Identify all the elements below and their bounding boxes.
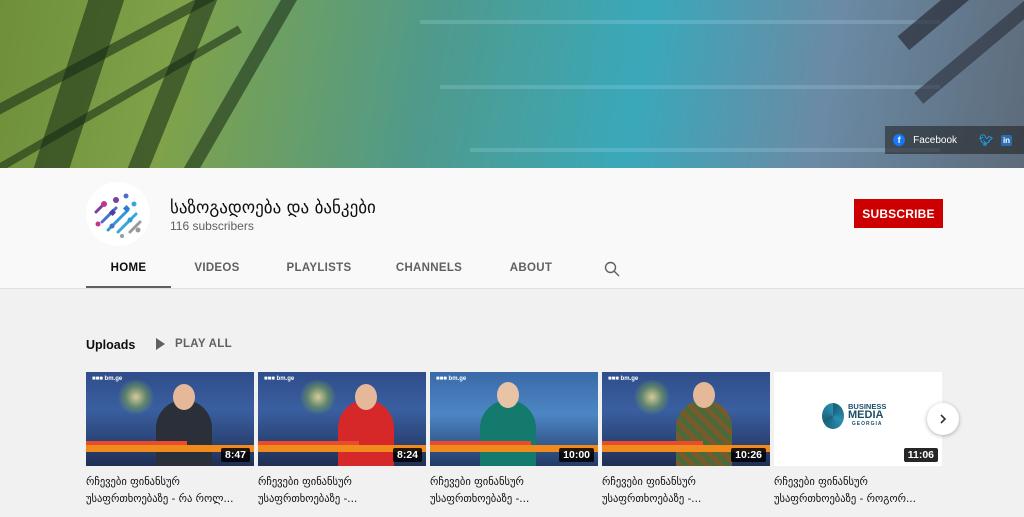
subscribe-button[interactable]: SUBSCRIBE <box>854 199 943 228</box>
channel-avatar[interactable] <box>86 182 150 246</box>
channel-banner: f Facebook 🐦︎ in <box>0 0 1024 168</box>
play-all-button[interactable]: PLAY ALL <box>156 338 232 350</box>
tv-logo-icon: ■■■ bm.ge <box>436 376 467 382</box>
video-duration: 10:26 <box>731 448 766 462</box>
video-thumbnail[interactable]: ■■■ bm.ge 10:26 <box>602 372 770 466</box>
video-title-line: უსაფრთხოებაზე -... <box>430 493 530 505</box>
video-item[interactable]: ■■■ bm.ge 10:26 რჩევები ფინანსურ უსაფრთხ… <box>602 372 770 508</box>
video-item[interactable]: ■■■ bm.ge 8:24 რჩევები ფინანსურ უსაფრთხო… <box>258 372 426 508</box>
tab-playlists[interactable]: PLAYLISTS <box>263 254 375 288</box>
video-title-line: უსაფრთხოებაზე - რა როლ... <box>86 493 234 505</box>
twitter-icon[interactable]: 🐦︎ <box>979 134 993 147</box>
video-title[interactable]: რჩევები ფინანსურ უსაფრთხოებაზე -... <box>602 474 770 508</box>
tab-videos[interactable]: VIDEOS <box>171 254 263 288</box>
video-title-line: რჩევები ფინანსურ <box>602 476 696 488</box>
video-duration: 10:00 <box>559 448 594 462</box>
linkedin-icon[interactable]: in <box>1001 134 1012 146</box>
video-title[interactable]: რჩევები ფინანსურ უსაფრთხოებაზე - როგორ..… <box>774 474 942 508</box>
video-title-line: რჩევები ფინანსურ <box>430 476 524 488</box>
tv-logo-icon: ■■■ bm.ge <box>92 376 123 382</box>
tab-about[interactable]: ABOUT <box>483 254 579 288</box>
channel-logo-icon <box>86 182 150 246</box>
video-item[interactable]: BUSINESS MEDIA GEORGIA 11:06 რჩევები ფინ… <box>774 372 942 508</box>
play-icon <box>156 338 165 350</box>
video-title[interactable]: რჩევები ფინანსურ უსაფრთხოებაზე - რა როლ.… <box>86 474 254 508</box>
video-title-line: რჩევები ფინანსურ <box>86 476 180 488</box>
business-media-logo-icon <box>822 402 844 429</box>
logo-text: MEDIA <box>848 409 884 421</box>
video-duration: 11:06 <box>903 448 938 462</box>
channel-header: საზოგადოება და ბანკები 116 subscribers S… <box>0 168 1024 288</box>
search-icon[interactable] <box>604 261 620 277</box>
video-title-line: უსაფრთხოებაზე -... <box>258 493 358 505</box>
video-item[interactable]: ■■■ bm.ge 10:00 რჩევები ფინანსურ უსაფრთხ… <box>430 372 598 508</box>
video-title-line: რჩევები ფინანსურ <box>258 476 352 488</box>
video-item[interactable]: ■■■ bm.ge 8:47 რჩევები ფინანსურ უსაფრთხო… <box>86 372 254 508</box>
video-thumbnail[interactable]: ■■■ bm.ge 8:24 <box>258 372 426 466</box>
video-duration: 8:24 <box>392 448 422 462</box>
tab-home[interactable]: HOME <box>86 254 171 288</box>
shelf-next-button[interactable] <box>927 403 959 435</box>
subscriber-count: 116 subscribers <box>170 219 254 233</box>
video-title-line: რჩევები ფინანსურ <box>774 476 868 488</box>
chevron-right-icon <box>940 414 947 424</box>
channel-tabs: HOME VIDEOS PLAYLISTS CHANNELS ABOUT <box>86 254 579 288</box>
video-thumbnail[interactable]: BUSINESS MEDIA GEORGIA 11:06 <box>774 372 942 466</box>
video-duration: 8:47 <box>220 448 250 462</box>
video-title[interactable]: რჩევები ფინანსურ უსაფრთხოებაზე -... <box>430 474 598 508</box>
video-thumbnail[interactable]: ■■■ bm.ge 10:00 <box>430 372 598 466</box>
facebook-link[interactable]: Facebook <box>913 135 957 146</box>
channel-name: საზოგადოება და ბანკები <box>170 198 376 218</box>
tv-logo-icon: ■■■ bm.ge <box>264 376 295 382</box>
video-title-line: უსაფრთხოებაზე - როგორ... <box>774 493 916 505</box>
logo-text: GEORGIA <box>851 421 883 427</box>
video-thumbnail[interactable]: ■■■ bm.ge 8:47 <box>86 372 254 466</box>
video-title[interactable]: რჩევები ფინანსურ უსაფრთხოებაზე -... <box>258 474 426 508</box>
video-title-line: უსაფრთხოებაზე -... <box>602 493 702 505</box>
uploads-title[interactable]: Uploads <box>86 338 135 352</box>
business-media-logo: BUSINESS MEDIA GEORGIA <box>822 402 886 429</box>
tv-logo-icon: ■■■ bm.ge <box>608 376 639 382</box>
tab-channels[interactable]: CHANNELS <box>375 254 483 288</box>
play-all-label: PLAY ALL <box>175 338 232 350</box>
header-divider <box>0 288 1024 289</box>
facebook-icon[interactable]: f <box>893 134 906 146</box>
social-links: f Facebook 🐦︎ in <box>885 126 1024 154</box>
uploads-shelf: ■■■ bm.ge 8:47 რჩევები ფინანსურ უსაფრთხო… <box>86 372 946 517</box>
